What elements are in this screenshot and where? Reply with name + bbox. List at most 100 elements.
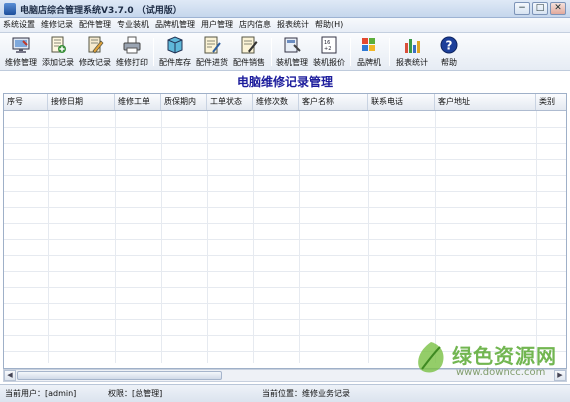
brand-pc-label: 品牌机 (357, 58, 381, 67)
add-record-button[interactable]: 添加记录 (40, 35, 76, 69)
menu-bar: 系统设置 维修记录 配件管理 专业装机 品牌机管理 用户管理 店内信息 报表统计… (0, 18, 570, 33)
grid-column-line (161, 111, 162, 363)
edit-record-label: 修改记录 (79, 58, 111, 67)
grid-line (4, 303, 566, 304)
menu-reports[interactable]: 报表统计 (274, 18, 312, 32)
toolbar-separator (271, 38, 272, 66)
grid-column-line (115, 111, 116, 363)
table-header: 序号 接修日期 维修工单 质保期内 工单状态 维修次数 客户名称 联系电话 客户… (4, 94, 566, 111)
grid-column-line (207, 111, 208, 363)
printer-icon (123, 36, 141, 54)
window-controls: − □ ✕ (514, 2, 566, 16)
grid-line (4, 335, 566, 336)
scrollbar-thumb[interactable] (17, 371, 222, 380)
window-title: 电脑店综合管理系统V3.7.0 （试用版） (20, 6, 182, 16)
grid-line (4, 159, 566, 160)
help-icon: ? (440, 36, 458, 54)
grid-column-line (48, 111, 49, 363)
grid-line (4, 207, 566, 208)
col-header-repair-count[interactable]: 维修次数 (253, 94, 299, 110)
minimize-button[interactable]: − (514, 2, 530, 15)
menu-users[interactable]: 用户管理 (198, 18, 236, 32)
main-header: 电脑维修记录管理 (0, 71, 570, 93)
scroll-right-arrow-icon[interactable]: ▶ (554, 370, 566, 381)
toolbar-separator (389, 38, 390, 66)
assembly-manage-button[interactable]: 装机管理 (274, 35, 310, 69)
assembly-quote-label: 装机报价 (313, 58, 345, 67)
repair-manage-button[interactable]: 维修管理 (3, 35, 39, 69)
col-header-category[interactable]: 类别 (536, 94, 566, 110)
grid-line (4, 143, 566, 144)
help-button[interactable]: ? 帮助 (435, 35, 463, 69)
svg-text:?: ? (446, 39, 453, 53)
edit-record-button[interactable]: 修改记录 (77, 35, 113, 69)
grid-line (4, 127, 566, 128)
monitor-repair-icon (12, 37, 30, 53)
status-permission: 权限：[总管理] (108, 389, 163, 398)
parts-sales-label: 配件销售 (233, 58, 265, 67)
parts-purchase-label: 配件进货 (196, 58, 228, 67)
parts-purchase-icon (204, 36, 221, 54)
menu-parts[interactable]: 配件管理 (76, 18, 114, 32)
repair-print-label: 维修打印 (116, 58, 148, 67)
grid-line (4, 175, 566, 176)
title-bar: 电脑店综合管理系统V3.7.0 （试用版） − □ ✕ (0, 0, 570, 18)
grid-line (4, 191, 566, 192)
grid-column-line (253, 111, 254, 363)
parts-stock-label: 配件库存 (159, 58, 191, 67)
scroll-left-arrow-icon[interactable]: ◀ (4, 370, 16, 381)
parts-stock-button[interactable]: 配件库存 (157, 35, 193, 69)
grid-line (4, 239, 566, 240)
parts-sales-button[interactable]: 配件销售 (231, 35, 267, 69)
assembly-manage-label: 装机管理 (276, 58, 308, 67)
grid-column-line (536, 111, 537, 363)
repair-print-button[interactable]: 维修打印 (114, 35, 150, 69)
horizontal-scrollbar[interactable]: ◀ ▶ (3, 369, 567, 382)
toolbar-separator (350, 38, 351, 66)
assembly-quote-button[interactable]: 16 +2 装机报价 (311, 35, 347, 69)
close-button[interactable]: ✕ (550, 2, 566, 15)
grid-column-line (299, 111, 300, 363)
parts-sales-icon (241, 36, 258, 54)
edit-record-icon (88, 36, 104, 54)
help-label: 帮助 (441, 58, 457, 67)
menu-store-info[interactable]: 店内信息 (236, 18, 274, 32)
repair-manage-label: 维修管理 (5, 58, 37, 67)
toolbar: 维修管理 添加记录 修改记录 维修打印 配件库存 配件进货 配件销售 装机管理 … (0, 33, 570, 71)
parts-stock-icon (167, 36, 183, 54)
app-icon (4, 3, 16, 15)
grid-column-line (435, 111, 436, 363)
reports-button[interactable]: 报表统计 (393, 35, 431, 69)
col-header-address[interactable]: 客户地址 (435, 94, 536, 110)
col-header-seq[interactable]: 序号 (4, 94, 48, 110)
repair-records-table[interactable]: 序号 接修日期 维修工单 质保期内 工单状态 维修次数 客户名称 联系电话 客户… (3, 93, 567, 369)
add-record-label: 添加记录 (42, 58, 74, 67)
col-header-customer[interactable]: 客户名称 (299, 94, 368, 110)
col-header-status[interactable]: 工单状态 (207, 94, 253, 110)
grid-line (4, 287, 566, 288)
grid-line (4, 255, 566, 256)
col-header-date[interactable]: 接修日期 (48, 94, 115, 110)
status-bar: 当前用户：[admin] 权限：[总管理] 当前位置：维修业务记录 (0, 384, 570, 402)
add-record-icon (51, 36, 66, 53)
status-current-user: 当前用户：[admin] (5, 389, 77, 398)
menu-system-settings[interactable]: 系统设置 (0, 18, 38, 32)
svg-text:+2: +2 (324, 46, 331, 52)
menu-brand-pc[interactable]: 品牌机管理 (152, 18, 198, 32)
bar-chart-icon (405, 39, 420, 53)
col-header-warranty[interactable]: 质保期内 (161, 94, 207, 110)
menu-help[interactable]: 帮助(H) (312, 18, 346, 32)
brand-pc-button[interactable]: 品牌机 (352, 35, 386, 69)
grid-line (4, 271, 566, 272)
grid-line (4, 351, 566, 352)
col-header-work-order[interactable]: 维修工单 (115, 94, 161, 110)
toolbar-separator (153, 38, 154, 66)
table-body[interactable] (4, 111, 566, 363)
brand-pc-icon (362, 38, 375, 51)
menu-repair-records[interactable]: 维修记录 (38, 18, 76, 32)
menu-assembly[interactable]: 专业装机 (114, 18, 152, 32)
parts-purchase-button[interactable]: 配件进货 (194, 35, 230, 69)
maximize-button[interactable]: □ (532, 2, 548, 15)
grid-column-line (368, 111, 369, 363)
col-header-phone[interactable]: 联系电话 (368, 94, 435, 110)
